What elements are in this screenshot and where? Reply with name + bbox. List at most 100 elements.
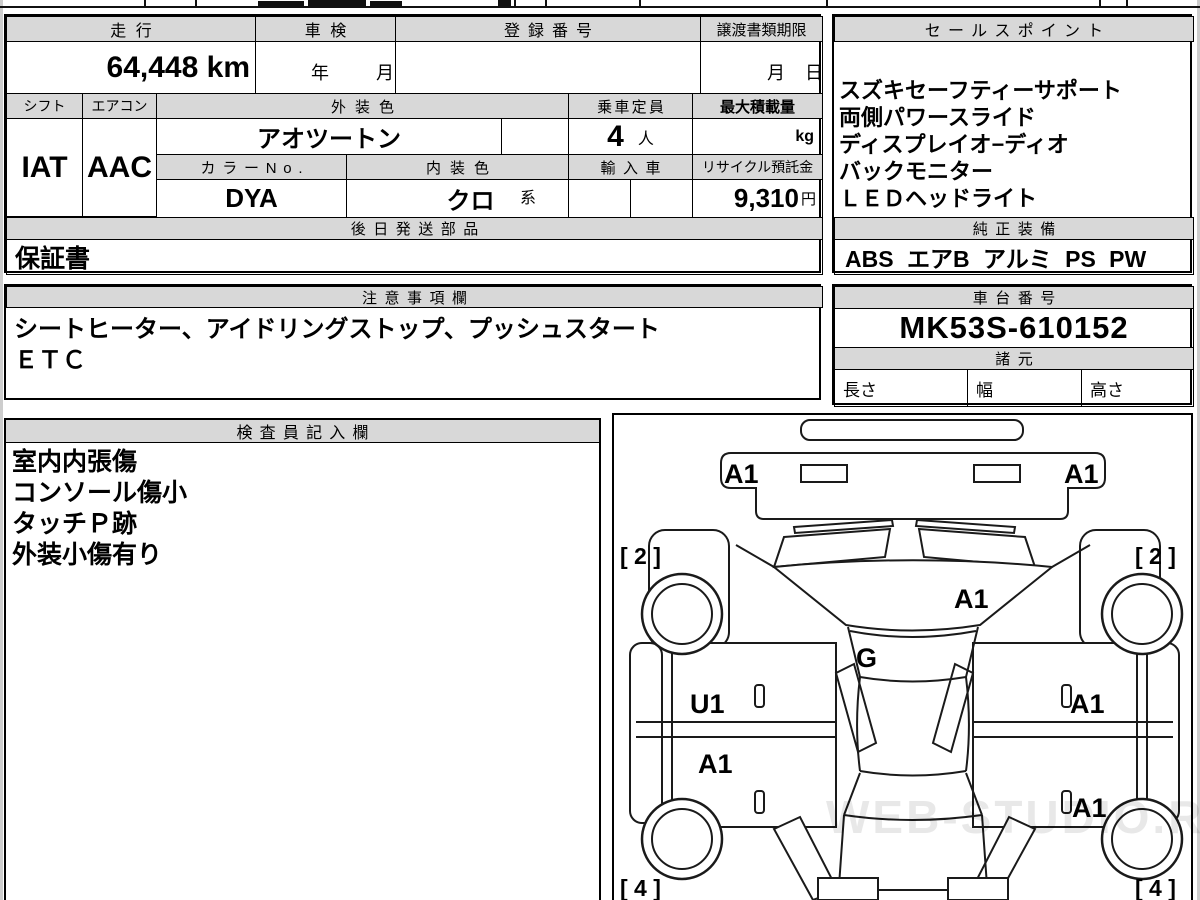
mark-left-rear-door: A1 [698, 749, 733, 779]
inspection-month-label: 月 [376, 63, 394, 83]
cropped-text-fragment [258, 1, 304, 7]
inspector-notes-body: 室内内張傷 コンソール傷小 タッチＰ跡 外装小傷有り [12, 447, 187, 571]
imported-car-cell-a [568, 179, 631, 218]
mark-cowl: G [856, 643, 877, 673]
recycle-deposit-header: リサイクル預託金 [692, 154, 823, 180]
interior-color-value: クロ [446, 188, 495, 215]
imported-car-cell-b [630, 179, 693, 218]
auction-sheet-scan: 走行 車検 登録番号 譲渡書類期限 64,448 km 年 月 月 日 シフト … [0, 0, 1200, 900]
capacity-cell: 4 人 [568, 118, 693, 155]
caution-notes-body: シートヒーター、アイドリングストップ、プッシュスタート ＥＴＣ [14, 314, 660, 376]
spec-width-label: 幅 [967, 369, 1082, 407]
mark-rear-left-tire: [ 4 ] [620, 875, 661, 900]
recycle-deposit-unit: 円 [800, 191, 816, 208]
rear-left-wheel-inner [651, 808, 713, 870]
aircon-value: AAC [82, 118, 157, 217]
front-left-lamp-slot [800, 464, 848, 483]
mark-left-front-door: U1 [690, 689, 725, 719]
exterior-color-header: 外装色 [156, 93, 569, 119]
cropped-row-border [0, 6, 1200, 8]
cropped-text-fragment [308, 0, 366, 7]
genuine-equipment-value: ABS エアB アルミ PS PW [834, 239, 1194, 275]
rear-bumper-left-step [817, 877, 879, 900]
sales-points-table: セールスポイント スズキセーフティーサポート 両側パワースライド ディスプレイオ… [832, 14, 1194, 275]
caution-notes-table: 注意事項欄 シートヒーター、アイドリングストップ、プッシュスタート ＥＴＣ [4, 284, 823, 400]
cropped-cell-line [1126, 0, 1128, 7]
mark-front-bumper-left: A1 [724, 459, 759, 489]
cropped-cell-line [514, 0, 516, 7]
inspector-note-line: 室内内張傷 [12, 448, 138, 476]
inspector-note-line: 外装小傷有り [12, 541, 163, 569]
cropped-text-fragment [498, 0, 511, 7]
mark-rear-right-tire: [ 4 ] [1135, 875, 1176, 900]
left-front-door-handle [754, 684, 765, 708]
sales-point-item: 両側パワースライド [839, 105, 1036, 130]
cropped-cell-line [826, 0, 828, 7]
later-shipped-parts-value: 保証書 [6, 239, 823, 275]
damage-diagram-box: WEB-STUDIO.RU A1 A1 A1 G U1 A1 A1 A1 [2… [612, 413, 1200, 900]
later-shipped-parts-header: 後日発送部品 [6, 217, 823, 240]
cropped-text-fragment [370, 1, 402, 7]
front-bumper-strip [800, 419, 1024, 441]
interior-color-suffix: 系 [519, 190, 536, 207]
caution-notes-header: 注意事項欄 [6, 286, 823, 308]
capacity-header: 乗車定員 [568, 93, 693, 119]
cropped-cell-line [195, 0, 197, 7]
mileage-value: 64,448 km [6, 41, 256, 94]
max-load-header: 最大積載量 [692, 93, 823, 119]
inspector-note-line: コンソール傷小 [12, 479, 188, 507]
mark-front-right-tire: [ 2 ] [1135, 543, 1176, 569]
inspection-date-cell: 年 月 [255, 41, 396, 94]
capacity-unit: 人 [637, 130, 654, 148]
interior-color-cell: クロ 系 [346, 179, 569, 218]
mark-hood: A1 [954, 584, 989, 614]
inspector-notes-header: 検査員記入欄 [6, 420, 599, 443]
genuine-equipment-header: 純正装備 [834, 217, 1194, 240]
spec-height-label: 高さ [1081, 369, 1194, 407]
cropped-cell-line [545, 0, 547, 7]
rear-window-top [859, 770, 967, 777]
chassis-number-value: MK53S-610152 [834, 308, 1194, 348]
sales-point-item: ＬＥＤヘッドライト [839, 186, 1038, 211]
rear-bumper-center [877, 889, 949, 900]
mark-front-left-tire: [ 2 ] [620, 543, 661, 569]
color-no-header: カラーNo. [156, 154, 347, 180]
sales-points-header: セールスポイント [834, 16, 1194, 42]
shift-value: IAT [6, 118, 83, 217]
aircon-header: エアコン [82, 93, 157, 119]
hood-panel [771, 559, 1055, 632]
cowl-line [849, 630, 977, 638]
sales-points-body: スズキセーフティーサポート 両側パワースライド ディスプレイオ−ディオ バックモ… [839, 77, 1122, 212]
left-page-edge [0, 0, 3, 900]
cropped-cell-line [144, 0, 146, 7]
left-pillar-band [834, 662, 878, 754]
transfer-deadline-cell: 月 日 [700, 41, 823, 94]
sales-point-item: スズキセーフティーサポート [839, 78, 1122, 103]
front-bumper [720, 452, 1106, 520]
shift-header: シフト [6, 93, 83, 119]
inspection-header: 車検 [255, 16, 396, 42]
recycle-deposit-cell: 9,310 円 [692, 179, 823, 218]
exterior-color-value: アオツートン [156, 118, 502, 155]
color-no-value: DYA [156, 179, 347, 218]
vehicle-info-table: 走行 車検 登録番号 譲渡書類期限 64,448 km 年 月 月 日 シフト … [4, 14, 823, 275]
transfer-docs-deadline-header: 譲渡書類期限 [700, 16, 823, 42]
caution-note-line: ＥＴＣ [14, 347, 86, 374]
spec-length-label: 長さ [834, 369, 968, 407]
deadline-day-label: 日 [805, 63, 823, 83]
inspector-notes-box: 検査員記入欄 室内内張傷 コンソール傷小 タッチＰ跡 外装小傷有り [4, 418, 601, 900]
front-right-lamp-slot [973, 464, 1021, 483]
left-rear-door-handle [754, 790, 765, 814]
watermark-text: WEB-STUDIO.RU [826, 791, 1200, 843]
front-left-wheel-inner [651, 583, 713, 645]
max-load-value: kg [692, 118, 823, 155]
mark-right-front-door: A1 [1070, 689, 1105, 719]
registration-number-value [395, 41, 701, 94]
chassis-number-header: 車台番号 [834, 286, 1194, 309]
registration-number-header: 登録番号 [395, 16, 701, 42]
left-rocker-panel [629, 642, 663, 824]
capacity-value: 4 [607, 119, 624, 153]
imported-car-header: 輸入車 [568, 154, 693, 180]
caution-note-line: シートヒーター、アイドリングストップ、プッシュスタート [14, 316, 660, 343]
sales-point-item: ディスプレイオ−ディオ [839, 132, 1069, 157]
